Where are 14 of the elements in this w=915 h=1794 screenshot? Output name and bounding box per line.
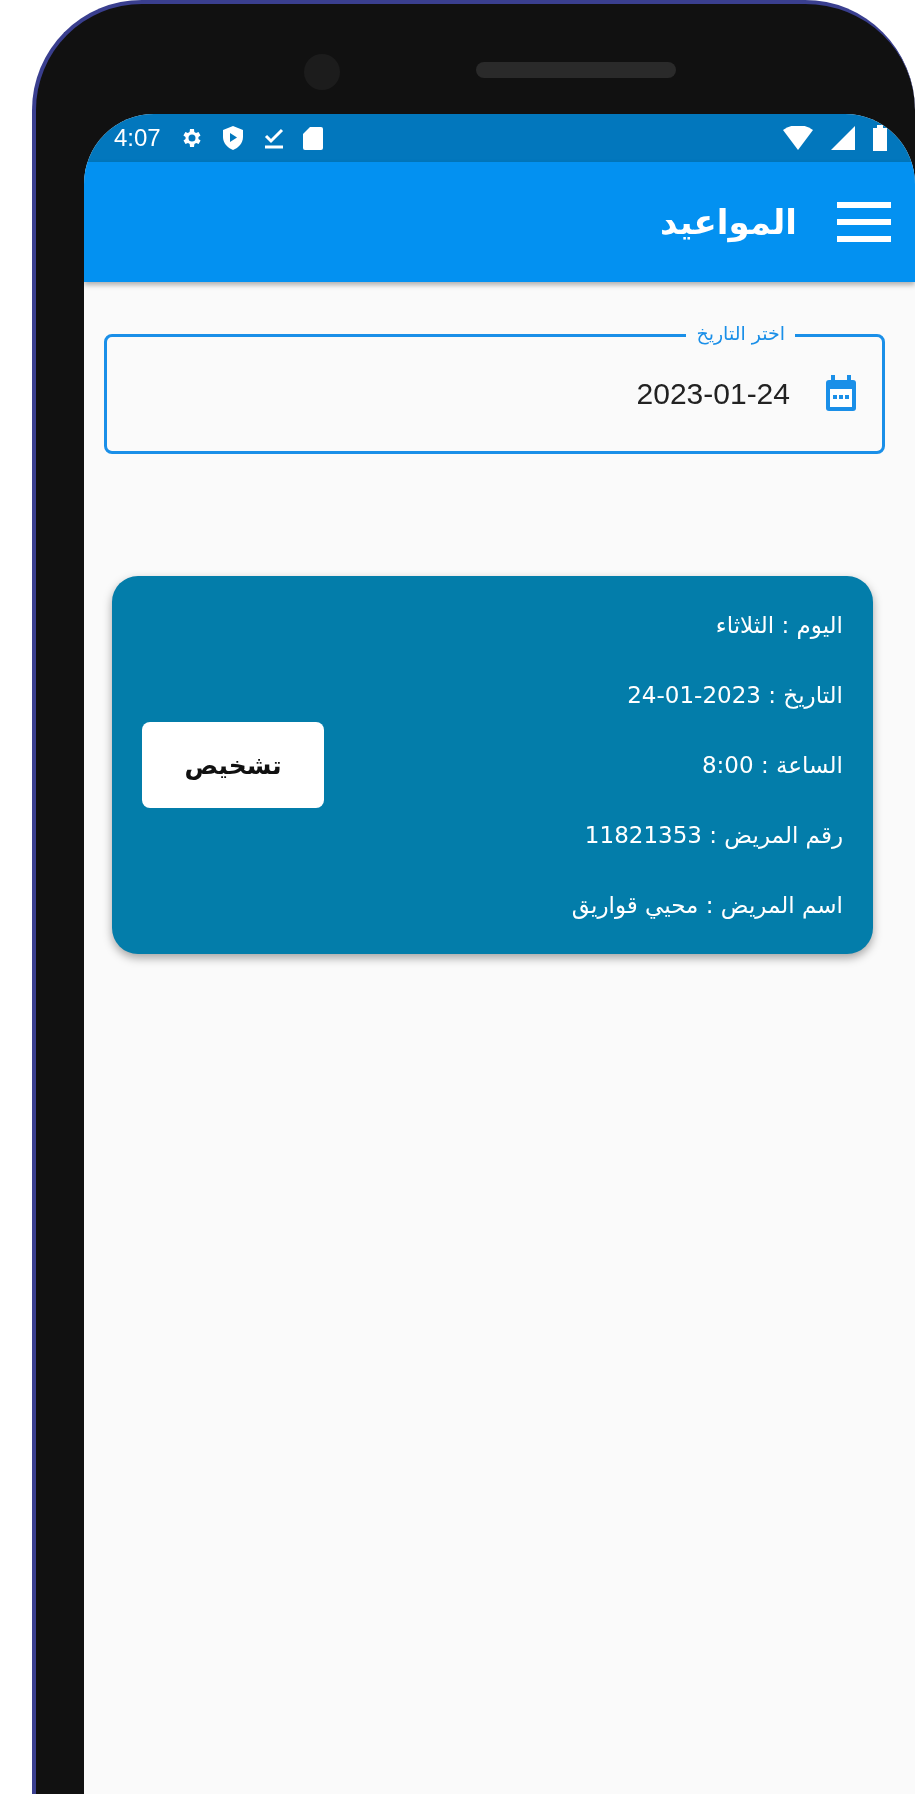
status-time: 4:07 bbox=[114, 124, 161, 152]
appointment-detail: اليوم : الثلاثاء bbox=[715, 612, 843, 638]
appointment-detail: اسم المريض : محيي قواريق bbox=[571, 892, 843, 918]
calendar-icon[interactable] bbox=[824, 375, 858, 413]
shield-icon bbox=[220, 125, 245, 151]
signal-icon bbox=[831, 126, 855, 150]
sd-card-icon bbox=[302, 126, 323, 150]
menu-icon[interactable] bbox=[837, 202, 891, 242]
date-value: 2023-01-24 bbox=[636, 377, 790, 411]
download-done-icon bbox=[262, 126, 285, 150]
battery-icon bbox=[873, 125, 887, 151]
diagnose-button[interactable]: تشخيص bbox=[142, 722, 324, 808]
wifi-icon bbox=[783, 126, 813, 150]
app-bar-title: المواعيد bbox=[660, 202, 797, 242]
